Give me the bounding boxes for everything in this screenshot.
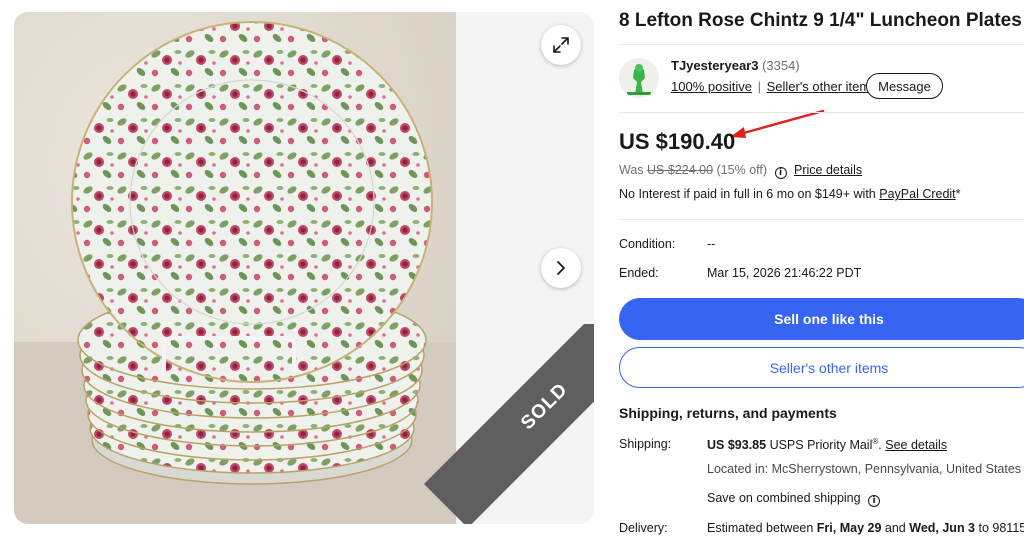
combined-shipping-text: Save on combined shipping <box>707 491 861 505</box>
sell-one-like-this-button[interactable]: Sell one like this <box>619 298 1024 340</box>
listing-details-panel: 8 Lefton Rose Chintz 9 1/4" Luncheon Pla… <box>619 0 1024 542</box>
seller-avatar-image <box>619 58 659 98</box>
credit-text: No Interest if paid in full in 6 mo on $… <box>619 187 876 201</box>
condition-label: Condition: <box>619 237 676 251</box>
sold-label: SOLD <box>517 379 573 435</box>
expand-image-button[interactable] <box>541 25 581 65</box>
shipping-label: Shipping: <box>619 437 672 451</box>
divider <box>619 112 1024 113</box>
item-location: Located in: McSherrystown, Pennsylvania,… <box>707 462 1022 476</box>
combined-shipping-line: Save on combined shipping i <box>707 491 881 507</box>
shipping-section-title: Shipping, returns, and payments <box>619 405 837 421</box>
seller-feedback-count: (3354) <box>762 58 800 73</box>
shipping-service: USPS Priority Mail <box>769 438 873 453</box>
info-icon[interactable]: i <box>868 495 881 507</box>
current-price: US $190.40 <box>619 129 736 154</box>
separator: | <box>757 79 761 94</box>
price-details-link[interactable]: Price details <box>794 163 862 177</box>
seller-links: 100% positive | Seller's other items <box>671 79 877 94</box>
seller-name[interactable]: TJyesteryear3 (3354) <box>671 58 800 73</box>
chevron-right-icon <box>557 261 565 275</box>
ended-value: Mar 15, 2026 21:46:22 PDT <box>707 266 862 280</box>
original-price-line: Was US $224.00 (15% off) i Price details <box>619 163 862 179</box>
delivery-label: Delivery: <box>619 521 668 535</box>
discount-percent: (15% off) <box>716 163 768 177</box>
seller-other-items-link[interactable]: Seller's other items <box>767 79 877 94</box>
credit-asterisk: * <box>955 187 961 201</box>
next-image-button[interactable] <box>541 248 581 288</box>
product-photo[interactable] <box>14 12 456 524</box>
see-details-link[interactable]: See details <box>885 438 947 452</box>
ended-label: Ended: <box>619 266 659 280</box>
delivery-start-date: Fri, May 29 <box>816 521 882 535</box>
condition-value: -- <box>707 237 716 251</box>
delivery-end-date: Wed, Jun 3 <box>909 521 976 535</box>
seller-other-items-button[interactable]: Seller's other items <box>619 347 1024 388</box>
shipping-punctuation: . <box>878 438 882 453</box>
paypal-credit-link[interactable]: PayPal Credit <box>879 187 955 201</box>
was-price: US $224.00 <box>647 163 714 177</box>
listing-title: 8 Lefton Rose Chintz 9 1/4" Luncheon Pla… <box>619 10 1022 31</box>
expand-icon <box>553 37 569 53</box>
seller-username[interactable]: TJyesteryear3 <box>671 58 758 73</box>
seller-avatar[interactable] <box>619 58 659 98</box>
paypal-credit-line: No Interest if paid in full in 6 mo on $… <box>619 187 961 201</box>
delivery-zip: to 98115 <box>978 521 1024 535</box>
divider <box>619 44 1024 45</box>
delivery-estimate: Estimated between Fri, May 29 and Wed, J… <box>707 521 1024 537</box>
info-icon[interactable]: i <box>774 167 787 179</box>
shipping-price: US $93.85 <box>707 438 767 453</box>
image-gallery: SOLD <box>14 12 594 524</box>
message-button[interactable]: Message <box>866 73 943 99</box>
sold-ribbon: SOLD <box>394 324 594 524</box>
was-label: Was <box>619 163 644 177</box>
delivery-and: and <box>884 521 906 535</box>
delivery-prefix: Estimated between <box>707 521 814 535</box>
shipping-cost-line: US $93.85 USPS Priority Mail®. See detai… <box>707 437 947 452</box>
divider <box>619 219 1024 220</box>
positive-feedback-link[interactable]: 100% positive <box>671 79 752 94</box>
